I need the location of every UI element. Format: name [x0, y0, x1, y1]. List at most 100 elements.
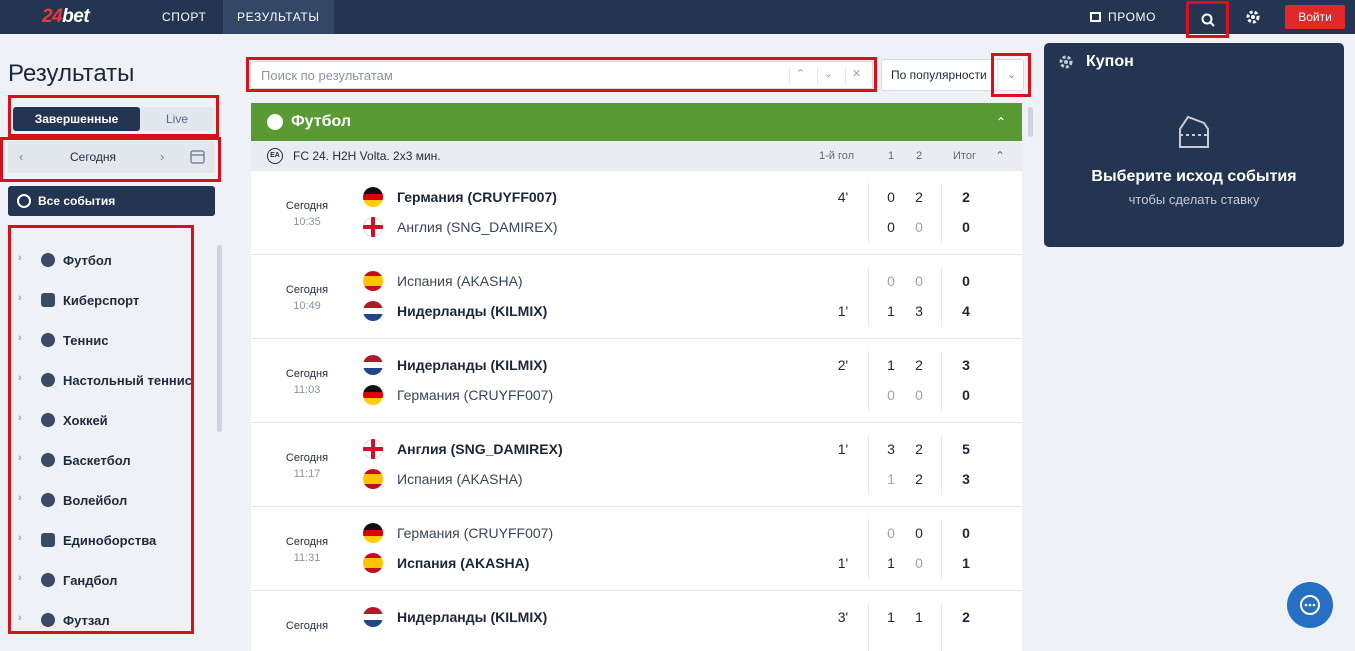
page-title: Результаты [8, 60, 135, 87]
first-goal-time [831, 270, 855, 292]
first-goal-time: 3' [837, 609, 849, 625]
highlight-sort-dropdown [991, 53, 1031, 97]
sidebar-scrollbar[interactable] [217, 245, 222, 432]
league-header: EA FC 24. H2H Volta. 2x3 мин. 1-й гол 1 … [251, 141, 1022, 171]
team-name: Германия (CRUYFF007) [397, 189, 557, 205]
coupon-panel: Купон Выберите исход события чтобы сдела… [1044, 43, 1344, 247]
match-day: Сегодня [285, 536, 329, 548]
score-period-2: 2 [915, 471, 923, 487]
match-day: Сегодня [285, 200, 329, 212]
spain-flag-icon [363, 271, 383, 291]
match-row[interactable]: Сегодня 10:35 Германия (CRUYFF007) 4' 0 2 2 Анг… [251, 171, 1022, 255]
score-period-1: 1 [887, 471, 895, 487]
match-row[interactable]: Сегодня Нидерланды (KILMIX) 3' 1 1 2 [251, 591, 1022, 651]
score-period-1: 1 [887, 609, 895, 625]
highlight-sport-list [8, 225, 194, 634]
match-list: Сегодня 10:35 Германия (CRUYFF007) 4' 0 2 2 Анг… [251, 171, 1022, 651]
score-period-1: 0 [887, 273, 895, 289]
match-time: 10:35 [293, 216, 321, 228]
score-period-2: 0 [915, 387, 923, 403]
first-goal-time: 1' [837, 441, 849, 457]
match-day: Сегодня [285, 368, 329, 380]
divider [941, 519, 942, 579]
germany-flag-icon [363, 385, 383, 405]
compass-icon [17, 194, 31, 208]
first-goal-time [831, 384, 855, 406]
match-day: Сегодня [285, 620, 329, 632]
match-row[interactable]: Сегодня 10:49 Испания (AKASHA) 0 0 0 Нидерланд… [251, 255, 1022, 339]
highlight-search [246, 57, 877, 92]
gear-icon[interactable] [1245, 9, 1261, 25]
divider [941, 183, 942, 243]
gift-icon [1090, 12, 1101, 22]
col-total: Итог [953, 150, 976, 162]
team-name: Англия (SNG_DAMIREX) [397, 219, 558, 235]
score-period-1: 3 [887, 441, 895, 457]
score-period-1: 0 [887, 189, 895, 205]
match-time: 11:31 [293, 552, 321, 564]
coupon-empty-title: Выберите исход события [1091, 168, 1297, 185]
chevron-up-icon[interactable]: ⌃ [996, 103, 1006, 141]
score-period-2: 2 [915, 441, 923, 457]
nav-results[interactable]: РЕЗУЛЬТАТЫ [223, 0, 334, 34]
divider [941, 351, 942, 411]
match-time: 11:03 [293, 384, 321, 396]
chevron-up-icon[interactable]: ⌃ [995, 141, 1005, 171]
match-day: Сегодня [285, 452, 329, 464]
team-name: Испания (AKASHA) [397, 555, 530, 571]
top-search-button[interactable] [1186, 1, 1229, 38]
score-total: 2 [962, 609, 970, 625]
all-events-button[interactable]: Все события [8, 186, 215, 216]
score-period-2: 3 [915, 303, 923, 319]
match-row[interactable]: Сегодня 11:31 Германия (CRUYFF007) 0 0 0 Испан… [251, 507, 1022, 591]
divider [868, 435, 869, 495]
score-total: 0 [962, 219, 970, 235]
highlight-tabs [8, 95, 219, 137]
divider [868, 267, 869, 327]
score-total: 1 [962, 555, 970, 571]
match-time: 11:17 [293, 468, 321, 480]
divider [941, 603, 942, 651]
match-row[interactable]: Сегодня 11:03 Нидерланды (KILMIX) 2' 1 2 3 Герм… [251, 339, 1022, 423]
first-goal-time [831, 216, 855, 238]
score-period-2: 2 [915, 189, 923, 205]
team-name: Нидерланды (KILMIX) [397, 303, 548, 319]
score-total: 0 [962, 387, 970, 403]
score-total: 2 [962, 189, 970, 205]
promo-link[interactable]: ПРОМО [1090, 0, 1156, 34]
team-name: Испания (AKASHA) [397, 471, 523, 487]
nav-sport[interactable]: СПОРТ [148, 0, 220, 34]
netherlands-flag-icon [363, 607, 383, 627]
spain-flag-icon [363, 469, 383, 489]
divider [868, 519, 869, 579]
highlight-date [0, 137, 221, 182]
score-total: 0 [962, 273, 970, 289]
sort-value: По популярности [891, 68, 987, 82]
search-icon [1201, 13, 1215, 27]
score-total: 0 [962, 525, 970, 541]
score-period-2: 1 [915, 609, 923, 625]
spain-flag-icon [363, 553, 383, 573]
col-period-1: 1 [888, 150, 895, 162]
login-button[interactable]: Войти [1285, 5, 1345, 29]
team-name: Нидерланды (KILMIX) [397, 609, 548, 625]
chat-button[interactable] [1287, 582, 1333, 628]
score-period-2: 0 [915, 525, 923, 541]
score-period-1: 1 [887, 303, 895, 319]
score-total: 4 [962, 303, 970, 319]
team-name: Нидерланды (KILMIX) [397, 357, 548, 373]
coupon-empty-subtitle: чтобы сделать ставку [1128, 192, 1260, 207]
score-period-2: 0 [915, 219, 923, 235]
netherlands-flag-icon [363, 355, 383, 375]
gear-icon[interactable] [1058, 54, 1074, 70]
score-period-1: 1 [887, 555, 895, 571]
score-period-1: 0 [887, 219, 895, 235]
england-flag-icon [363, 217, 383, 237]
chat-icon [1300, 595, 1320, 615]
main-scrollbar[interactable] [1028, 107, 1033, 137]
match-row[interactable]: Сегодня 11:17 Англия (SNG_DAMIREX) 1' 3 2 5 Исп… [251, 423, 1022, 507]
top-navbar: 24bet СПОРТ РЕЗУЛЬТАТЫ ПРОМО Войти [0, 0, 1355, 38]
score-period-2: 0 [915, 273, 923, 289]
football-section-header[interactable]: Футбол ⌃ [251, 103, 1022, 141]
logo[interactable]: 24bet [42, 6, 90, 28]
